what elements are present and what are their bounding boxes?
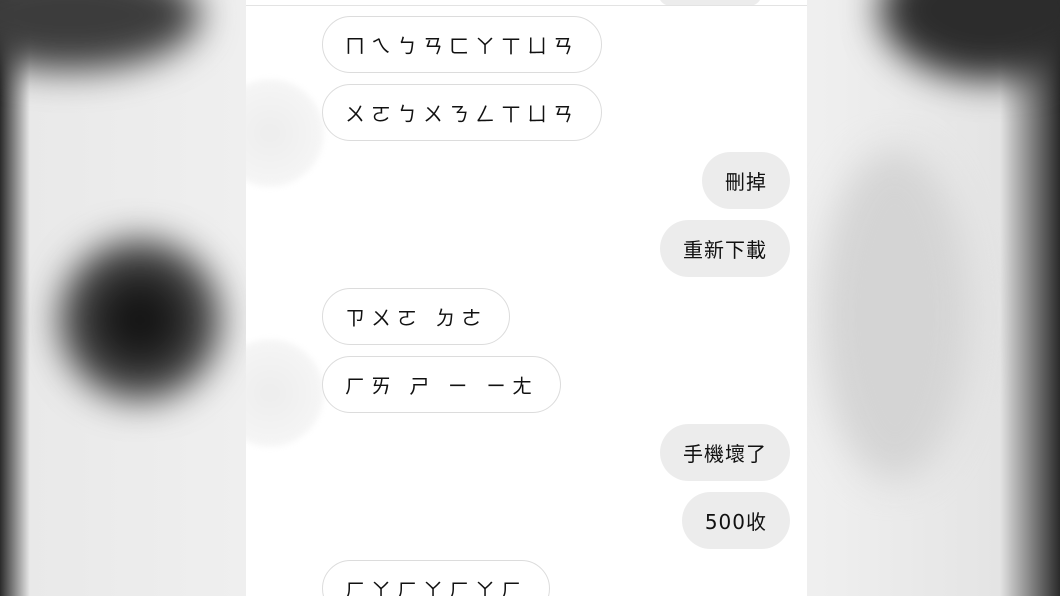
- received-message-bubble[interactable]: ㄏㄚㄏㄚㄏㄚㄏ: [322, 560, 550, 596]
- background-blob: [100, 280, 180, 360]
- sent-message-bubble[interactable]: 500收: [681, 492, 790, 549]
- background-blob: [0, 0, 200, 70]
- received-message-bubble[interactable]: ㄏㄞ ㄕ ㄧ ㄧㄤ: [322, 356, 562, 413]
- avatar: [246, 339, 324, 447]
- received-message-bubble[interactable]: ㄗㄨㄛ ㄉㄜ: [322, 288, 511, 345]
- sent-message-bubble[interactable]: 重新下載: [660, 220, 790, 277]
- sent-message-bubble[interactable]: 手機壞了: [660, 424, 790, 481]
- received-message-bubble[interactable]: ㄇㄟㄅㄢㄈㄚㄒㄩㄢ: [322, 16, 602, 73]
- received-message-bubble[interactable]: ㄨㄛㄅㄨㄋㄥㄒㄩㄢ: [322, 84, 602, 141]
- sent-message-bubble[interactable]: 刪掉: [702, 152, 790, 209]
- divider: [246, 5, 807, 6]
- background-blob: [820, 150, 970, 480]
- background-blob: [60, 240, 220, 400]
- background-blob: [880, 0, 1060, 80]
- avatar: [246, 79, 324, 187]
- chat-panel[interactable]: ㄇㄟㄅㄢㄈㄚㄒㄩㄢ ㄨㄛㄅㄨㄋㄥㄒㄩㄢ 刪掉 重新下載 ㄗㄨㄛ ㄉㄜ ㄏㄞ ㄕ …: [246, 0, 807, 596]
- screenshot-stage: ㄇㄟㄅㄢㄈㄚㄒㄩㄢ ㄨㄛㄅㄨㄋㄥㄒㄩㄢ 刪掉 重新下載 ㄗㄨㄛ ㄉㄜ ㄏㄞ ㄕ …: [0, 0, 1060, 596]
